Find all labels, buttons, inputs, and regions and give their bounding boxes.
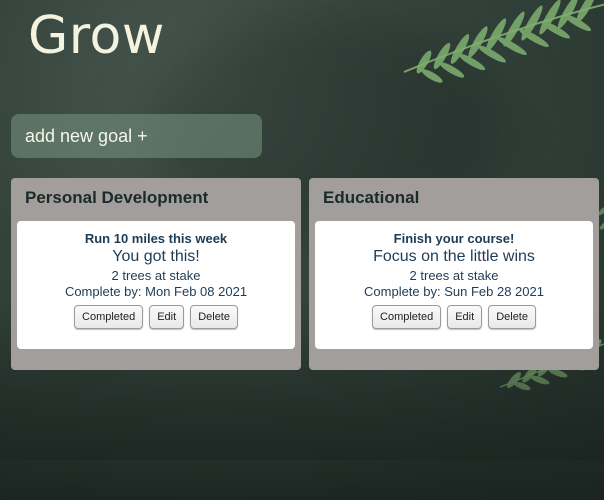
goal-due-date: Complete by: Sun Feb 28 2021 xyxy=(364,284,544,299)
goal-stake: 2 trees at stake xyxy=(409,268,499,283)
goal-due-date: Complete by: Mon Feb 08 2021 xyxy=(64,284,248,299)
delete-button[interactable]: Delete xyxy=(488,305,536,329)
goal-name: Finish your course! xyxy=(393,231,515,246)
category-title: Educational xyxy=(323,188,420,207)
completed-button[interactable]: Completed xyxy=(74,305,144,329)
category-title: Personal Development xyxy=(25,188,209,207)
goal-actions: Completed Edit Delete xyxy=(17,305,295,329)
goal-name: Run 10 miles this week xyxy=(84,231,228,246)
edit-button[interactable]: Edit xyxy=(447,305,483,329)
goal-card: Run 10 miles this week You got this! 2 t… xyxy=(17,221,295,349)
add-goal-button[interactable]: add new goal + xyxy=(11,114,262,158)
category-educational: Educational Finish your course! Focus on… xyxy=(309,178,599,370)
goal-motto: You got this! xyxy=(112,248,200,265)
delete-button[interactable]: Delete xyxy=(190,305,238,329)
goal-stake: 2 trees at stake xyxy=(111,268,201,283)
goal-motto: Focus on the little wins xyxy=(373,248,535,265)
goal-actions: Completed Edit Delete xyxy=(315,305,593,329)
goal-card: Finish your course! Focus on the little … xyxy=(315,221,593,349)
app-title: Grow xyxy=(28,6,165,66)
completed-button[interactable]: Completed xyxy=(372,305,442,329)
edit-button[interactable]: Edit xyxy=(149,305,185,329)
category-personal-development: Personal Development Run 10 miles this w… xyxy=(11,178,301,370)
